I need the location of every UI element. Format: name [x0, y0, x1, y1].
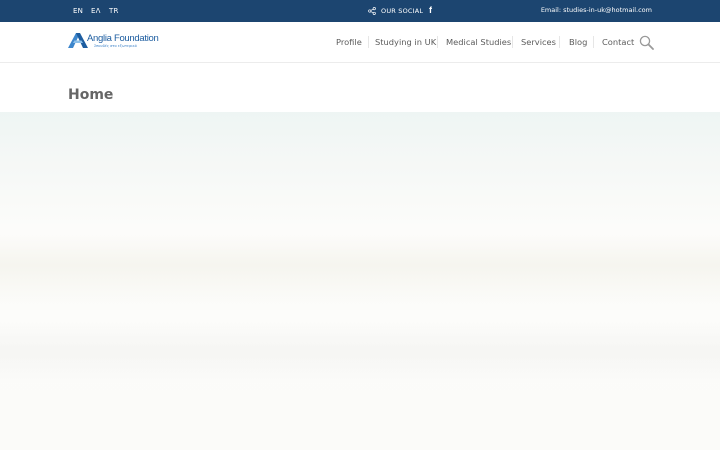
language-en[interactable]: EN — [73, 7, 83, 15]
site-header: Anglia Foundation Σπουδές στο εξωτερικό … — [0, 22, 720, 63]
nav-divider — [368, 36, 369, 48]
social-label: OUR SOCIAL — [381, 6, 424, 15]
search-icon[interactable] — [639, 35, 654, 50]
top-bar: EN ΕΛ TR OUR SOCIAL f Email: studies-in-… — [0, 0, 720, 22]
nav-profile[interactable]: Profile — [336, 37, 362, 47]
social-section: OUR SOCIAL — [368, 5, 423, 16]
nav-services[interactable]: Services — [521, 37, 556, 47]
contact-email[interactable]: Email: studies-in-uk@hotmail.com — [541, 6, 652, 14]
nav-medical-studies[interactable]: Medical Studies — [446, 37, 511, 47]
main-nav: Profile Studying in UK Medical Studies S… — [0, 22, 720, 63]
share-icon — [368, 6, 376, 15]
page-title: Home — [68, 87, 114, 103]
hero-texture-band — [0, 322, 720, 382]
nav-blog[interactable]: Blog — [569, 37, 587, 47]
nav-contact[interactable]: Contact — [602, 37, 634, 47]
hero-background-image — [0, 112, 720, 450]
nav-divider — [559, 36, 560, 48]
nav-divider — [512, 36, 513, 48]
nav-studying-in-uk[interactable]: Studying in UK — [375, 37, 436, 47]
language-tr[interactable]: TR — [109, 7, 119, 15]
language-el[interactable]: ΕΛ — [91, 7, 101, 15]
nav-divider — [437, 36, 438, 48]
nav-divider — [593, 36, 594, 48]
facebook-icon[interactable]: f — [429, 5, 432, 15]
hero-texture-band — [0, 234, 720, 304]
